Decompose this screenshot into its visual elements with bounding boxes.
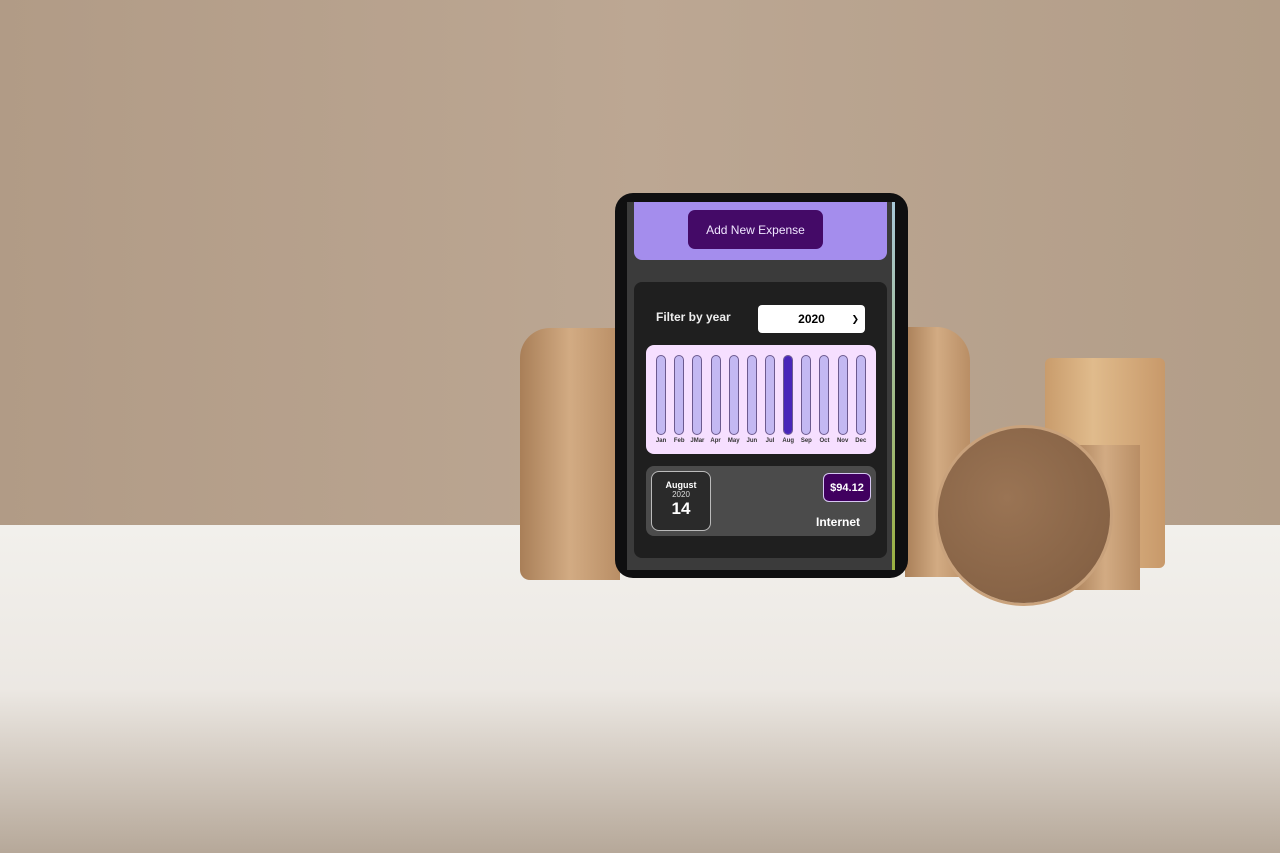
chart-bar-track bbox=[746, 355, 757, 435]
expenses-panel: Filter by year 2020 ❯ Jan Feb JMar Apr May Ju… bbox=[634, 282, 887, 558]
chart-bar-track bbox=[692, 355, 703, 435]
chevron-down-icon: ❯ bbox=[851, 313, 859, 324]
screen-edge bbox=[892, 202, 895, 570]
expense-day: 14 bbox=[671, 499, 691, 518]
chart-bar-track bbox=[728, 355, 739, 435]
chart-bar-label: Nov bbox=[836, 438, 849, 444]
expenses-chart: Jan Feb JMar Apr May Jun Jul Aug Sep Oct Nov Dec bbox=[646, 345, 876, 454]
chart-bar-dec: Dec bbox=[853, 355, 869, 454]
add-new-expense-button[interactable]: Add New Expense bbox=[688, 210, 823, 249]
chart-bar-jmar: JMar bbox=[689, 355, 705, 454]
chart-bar-track bbox=[674, 355, 685, 435]
chart-bar-nov: Nov bbox=[835, 355, 851, 454]
year-select[interactable]: 2020 ❯ bbox=[758, 305, 865, 333]
chart-bar-label: Oct bbox=[819, 438, 830, 444]
chart-bar-track bbox=[855, 355, 866, 435]
chart-bar-sep: Sep bbox=[798, 355, 814, 454]
chart-bar-track bbox=[710, 355, 721, 435]
chart-bar-track bbox=[837, 355, 848, 435]
expense-year: 2020 bbox=[672, 490, 690, 499]
chart-bar-track bbox=[783, 355, 794, 435]
chart-bar-label: JMar bbox=[690, 438, 705, 444]
chart-bar-track bbox=[819, 355, 830, 435]
chart-bar-apr: Apr bbox=[708, 355, 724, 454]
chart-bar-track bbox=[801, 355, 812, 435]
chart-bar-jan: Jan bbox=[653, 355, 669, 454]
chart-bar-oct: Oct bbox=[816, 355, 832, 454]
chart-bar-jul: Jul bbox=[762, 355, 778, 454]
expense-date: August 2020 14 bbox=[651, 471, 711, 531]
chart-bar-label: Jun bbox=[746, 438, 758, 444]
chart-bar-jun: Jun bbox=[744, 355, 760, 454]
chart-bar-label: Dec bbox=[855, 438, 867, 444]
chart-bar-track bbox=[656, 355, 667, 435]
expense-amount: $94.12 bbox=[823, 473, 871, 502]
chart-bar-label: May bbox=[727, 438, 740, 444]
expense-title: Internet bbox=[815, 515, 860, 529]
filter-label: Filter by year bbox=[656, 310, 731, 324]
new-expense-header: Add New Expense bbox=[634, 202, 887, 260]
chart-bar-label: Feb bbox=[673, 438, 685, 444]
expense-item: August 2020 14 $94.12 Internet bbox=[646, 466, 876, 536]
chart-bar-label: Apr bbox=[710, 438, 721, 444]
expense-month: August bbox=[665, 480, 697, 490]
chart-bar-may: May bbox=[726, 355, 742, 454]
wavy-wood-block-left bbox=[520, 328, 620, 580]
chart-bar-label: Jan bbox=[655, 438, 667, 444]
chart-bar-track bbox=[765, 355, 776, 435]
chart-bar-label: Jul bbox=[765, 438, 775, 444]
chart-bar-fill bbox=[784, 356, 793, 434]
wood-disc bbox=[938, 428, 1110, 603]
chart-bar-feb: Feb bbox=[671, 355, 687, 454]
app-screen: Add New Expense Filter by year 2020 ❯ Ja… bbox=[627, 202, 895, 570]
chart-bar-aug: Aug bbox=[780, 355, 796, 454]
selected-year: 2020 bbox=[798, 312, 825, 326]
chart-bar-label: Sep bbox=[800, 438, 812, 444]
tablet-device: Add New Expense Filter by year 2020 ❯ Ja… bbox=[615, 193, 908, 578]
chart-bar-label: Aug bbox=[782, 438, 794, 444]
